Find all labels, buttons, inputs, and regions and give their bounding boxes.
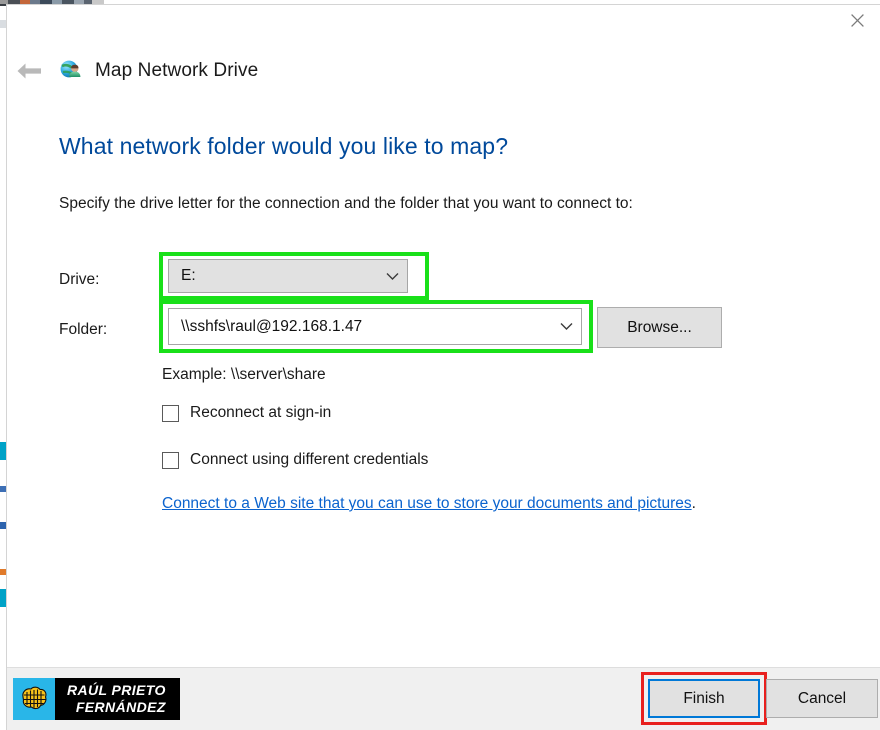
connect-to-web-site-link[interactable]: Connect to a Web site that you can use t… bbox=[162, 495, 692, 512]
folder-value: \\sshfs\raul@192.168.1.47 bbox=[169, 318, 551, 336]
reconnect-at-signin-label: Reconnect at sign-in bbox=[190, 404, 331, 422]
watermark-line-2: FERNÁNDEZ bbox=[76, 699, 166, 716]
close-icon bbox=[851, 14, 864, 27]
drive-select[interactable]: E: bbox=[168, 259, 408, 293]
back-arrow-icon bbox=[15, 61, 43, 81]
chevron-down-icon bbox=[551, 322, 581, 331]
watermark-line-1: RAÚL PRIETO bbox=[67, 682, 166, 699]
cancel-button[interactable]: Cancel bbox=[766, 679, 878, 718]
instruction-text: Specify the drive letter for the connect… bbox=[59, 195, 633, 213]
checkbox-icon[interactable] bbox=[162, 452, 179, 469]
example-text: Example: \\server\share bbox=[162, 366, 326, 384]
link-trailing-period: . bbox=[692, 495, 696, 512]
chevron-down-icon bbox=[377, 272, 407, 281]
watermark-text: RAÚL PRIETO FERNÁNDEZ bbox=[55, 678, 180, 720]
window-title: Map Network Drive bbox=[95, 60, 258, 82]
browse-button[interactable]: Browse... bbox=[597, 307, 722, 348]
dialog-footer: RAÚL PRIETO FERNÁNDEZ Finish Cancel bbox=[7, 667, 880, 730]
web-site-link-row: Connect to a Web site that you can use t… bbox=[162, 495, 696, 513]
brain-logo-icon bbox=[13, 678, 55, 720]
finish-button[interactable]: Finish bbox=[648, 679, 760, 718]
dialog-content: What network folder would you like to ma… bbox=[7, 91, 880, 666]
dialog-header: Map Network Drive bbox=[7, 51, 258, 91]
reconnect-at-signin-checkbox-row[interactable]: Reconnect at sign-in bbox=[162, 404, 331, 422]
page-heading: What network folder would you like to ma… bbox=[59, 133, 508, 160]
back-button[interactable] bbox=[7, 51, 51, 91]
close-button[interactable] bbox=[834, 5, 880, 35]
folder-combobox[interactable]: \\sshfs\raul@192.168.1.47 bbox=[168, 308, 582, 345]
folder-label: Folder: bbox=[59, 321, 107, 339]
checkbox-icon[interactable] bbox=[162, 405, 179, 422]
drive-label: Drive: bbox=[59, 271, 99, 289]
connect-different-credentials-checkbox-row[interactable]: Connect using different credentials bbox=[162, 451, 428, 469]
connect-different-credentials-label: Connect using different credentials bbox=[190, 451, 428, 469]
map-network-drive-dialog: Map Network Drive What network folder wo… bbox=[6, 4, 880, 730]
network-drive-globe-user-icon bbox=[59, 59, 83, 83]
title-bar bbox=[7, 5, 880, 37]
watermark-logo: RAÚL PRIETO FERNÁNDEZ bbox=[13, 678, 180, 720]
drive-selected-value: E: bbox=[169, 267, 377, 285]
